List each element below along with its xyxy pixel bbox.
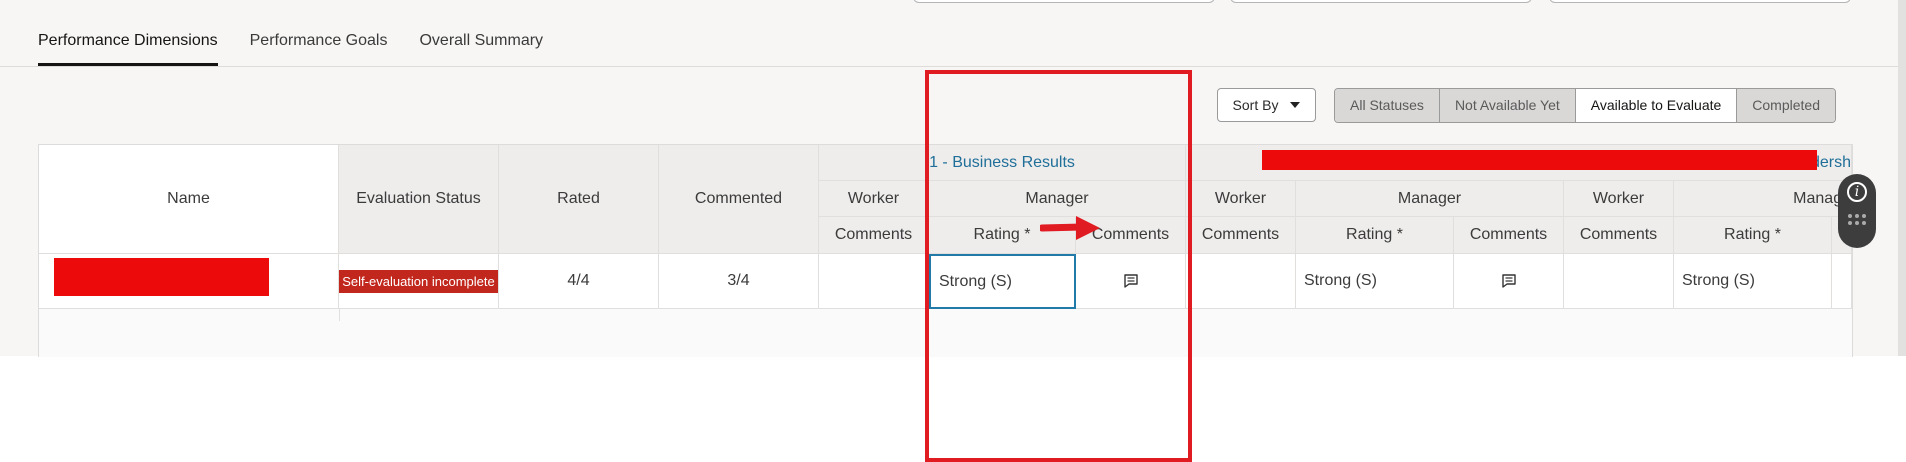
group-2-manager-comments-header[interactable]: Comments: [1454, 217, 1564, 254]
tabs-divider: [0, 66, 1906, 67]
top-field-1[interactable]: [913, 0, 1215, 3]
drag-handle-icon[interactable]: [1848, 214, 1866, 225]
redacted-group-title: [1262, 150, 1817, 170]
sort-by-button[interactable]: Sort By: [1217, 88, 1316, 122]
status-badge: Self-evaluation incomplete: [339, 269, 498, 293]
top-field-3[interactable]: [1549, 0, 1851, 3]
help-side-widget: i: [1838, 174, 1876, 248]
group-2-rating-header[interactable]: Rating *: [1296, 217, 1454, 254]
group-2-worker-header: Worker: [1186, 181, 1296, 217]
group-3-overflow-cell: [1832, 254, 1852, 309]
group-3-rating-field[interactable]: Strong (S): [1674, 254, 1832, 309]
header-evaluation-status[interactable]: Evaluation Status: [339, 145, 499, 254]
commented-cell: 3/4: [659, 254, 819, 309]
group-1-worker-header: Worker: [819, 181, 929, 217]
tab-performance-goals[interactable]: Performance Goals: [250, 26, 388, 66]
header-commented[interactable]: Commented: [659, 145, 819, 254]
filter-completed[interactable]: Completed: [1737, 89, 1835, 122]
status-cell: Self-evaluation incomplete: [339, 254, 499, 309]
tab-bar: Performance Dimensions Performance Goals…: [38, 26, 543, 66]
comment-icon[interactable]: [1501, 273, 1517, 289]
chevron-down-icon: [1290, 102, 1301, 108]
info-icon[interactable]: i: [1847, 182, 1867, 202]
group-2-manager-comments-cell: [1454, 254, 1564, 309]
group-3-worker-header: Worker: [1564, 181, 1674, 217]
group-2-worker-comments-cell: [1186, 254, 1296, 309]
header-rated[interactable]: Rated: [499, 145, 659, 254]
group-2-worker-comments-header[interactable]: Comments: [1186, 217, 1296, 254]
group-3-worker-comments-header[interactable]: Comments: [1564, 217, 1674, 254]
group-3-worker-comments-cell: [1564, 254, 1674, 309]
group-1-worker-comments-header[interactable]: Comments: [819, 217, 929, 254]
tab-overall-summary[interactable]: Overall Summary: [419, 26, 543, 66]
redacted-employee-name: [54, 258, 269, 296]
group-3-rating-header[interactable]: Rating *: [1674, 217, 1832, 254]
status-filter-group: All Statuses Not Available Yet Available…: [1334, 88, 1836, 123]
annotation-highlight-box: [925, 70, 1192, 462]
top-field-2[interactable]: [1230, 0, 1532, 3]
filter-not-available-yet[interactable]: Not Available Yet: [1439, 89, 1576, 122]
rated-cell: 4/4: [499, 254, 659, 309]
tab-performance-dimensions[interactable]: Performance Dimensions: [38, 26, 218, 66]
header-name[interactable]: Name: [39, 145, 339, 254]
group-2-rating-field[interactable]: Strong (S): [1296, 254, 1454, 309]
filter-available-to-evaluate[interactable]: Available to Evaluate: [1575, 89, 1738, 122]
vertical-scrollbar[interactable]: [1898, 0, 1906, 356]
group-1-worker-comments-cell: [819, 254, 929, 309]
group-2-manager-header: Manager: [1296, 181, 1564, 217]
column-divider: [339, 309, 340, 321]
group-3-manager-header: Manage: [1674, 181, 1852, 217]
filter-all-statuses[interactable]: All Statuses: [1335, 89, 1440, 122]
sort-by-label: Sort By: [1232, 97, 1279, 113]
annotation-arrow-icon: [1040, 216, 1100, 240]
